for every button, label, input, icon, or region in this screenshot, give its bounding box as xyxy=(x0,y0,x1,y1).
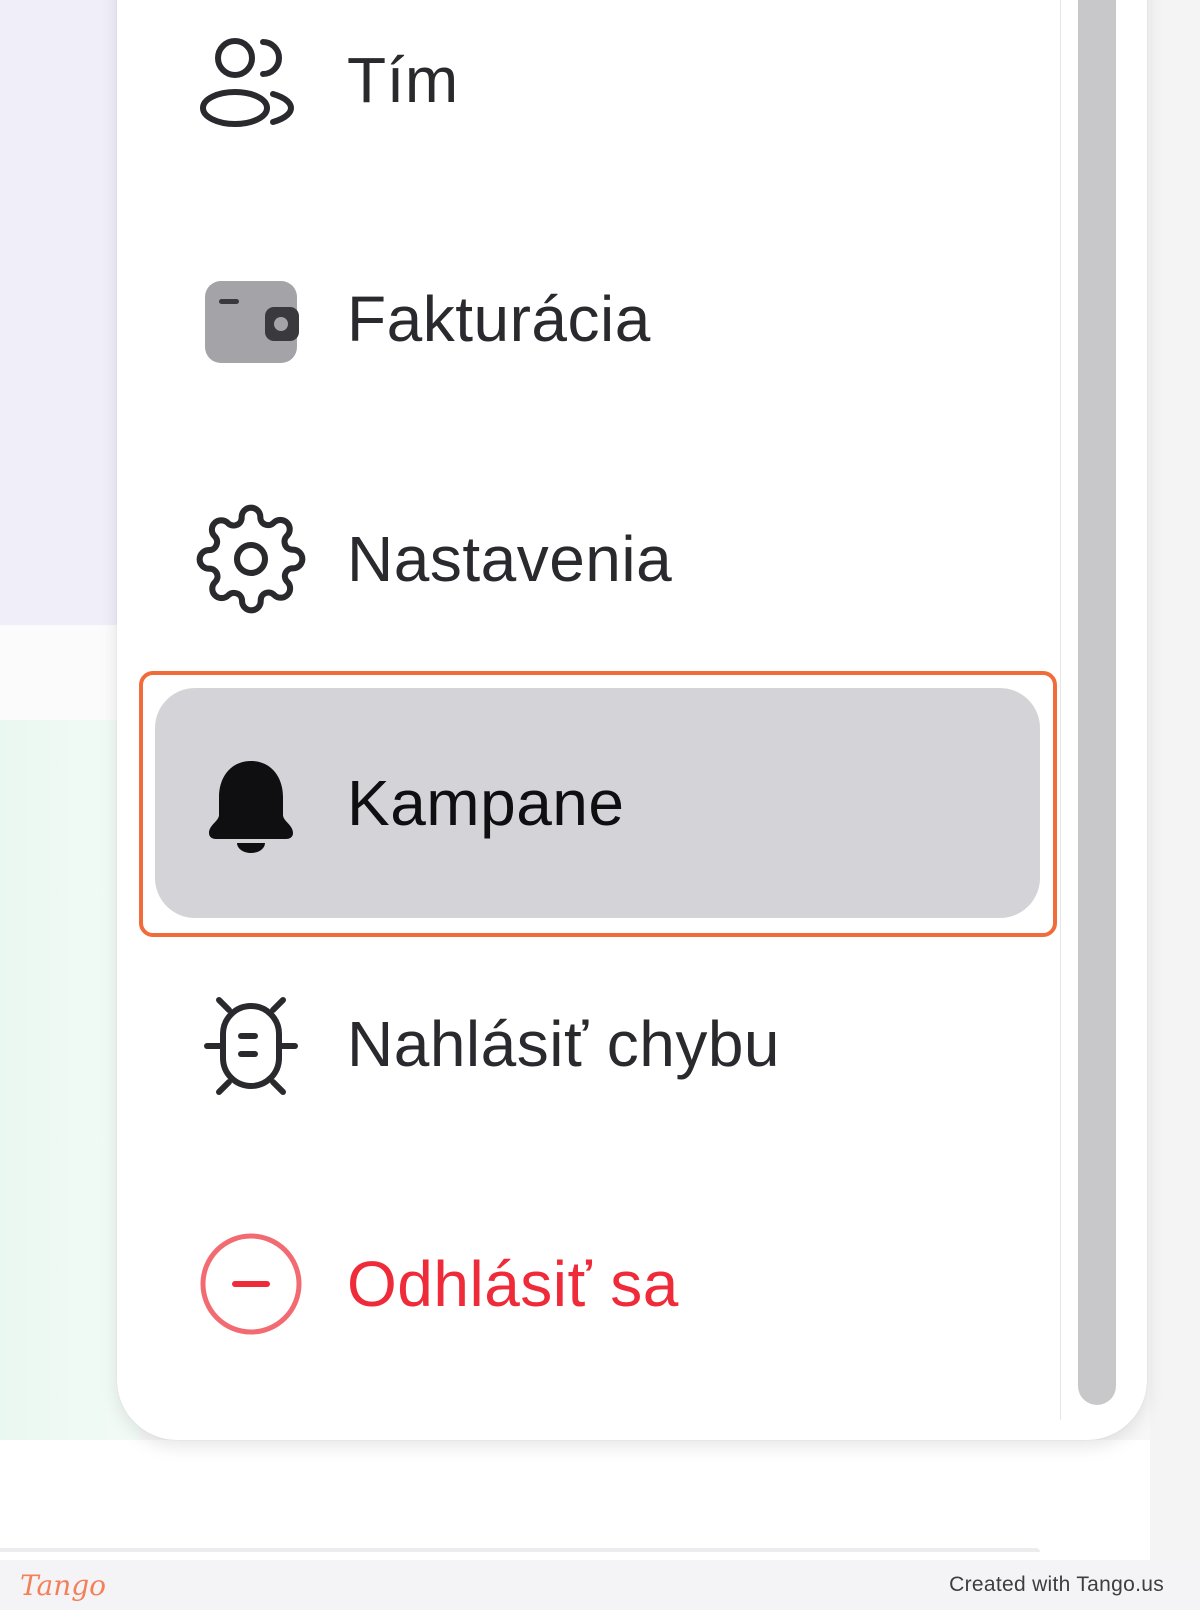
menu-item-campaigns[interactable]: Kampane xyxy=(155,688,1040,918)
scrollbar-track xyxy=(1060,0,1061,1420)
menu-item-label: Fakturácia xyxy=(347,283,651,355)
menu-item-logout[interactable]: Odhlásiť sa xyxy=(155,1169,1040,1399)
bug-icon xyxy=(195,988,307,1100)
background-app-bottom xyxy=(0,1440,1200,1560)
bell-icon xyxy=(195,747,307,859)
menu-item-billing[interactable]: Fakturácia xyxy=(155,204,1040,434)
gear-icon xyxy=(195,503,307,615)
tango-logo: Tango xyxy=(20,1568,107,1602)
background-app-right xyxy=(1150,0,1200,1560)
scrollbar-thumb[interactable] xyxy=(1078,0,1116,1405)
menu-item-label: Odhlásiť sa xyxy=(347,1248,679,1320)
background-bottom-bar-edge xyxy=(0,1548,1040,1552)
logout-minus-circle-icon xyxy=(195,1228,307,1340)
menu-item-label: Nahlásiť chybu xyxy=(347,1008,780,1080)
menu-item-label: Kampane xyxy=(347,767,625,839)
menu-item-label: Tím xyxy=(347,44,459,116)
menu-item-label: Nastavenia xyxy=(347,523,673,595)
footer-credit: Created with Tango.us xyxy=(949,1573,1164,1596)
menu-item-report-bug[interactable]: Nahlásiť chybu xyxy=(155,929,1040,1159)
wallet-icon xyxy=(195,263,307,375)
team-icon xyxy=(195,24,307,136)
menu-item-settings[interactable]: Nastavenia xyxy=(155,444,1040,674)
footer-bar: Tango Created with Tango.us xyxy=(0,1560,1200,1610)
menu-item-team[interactable]: Tím xyxy=(155,0,1040,195)
